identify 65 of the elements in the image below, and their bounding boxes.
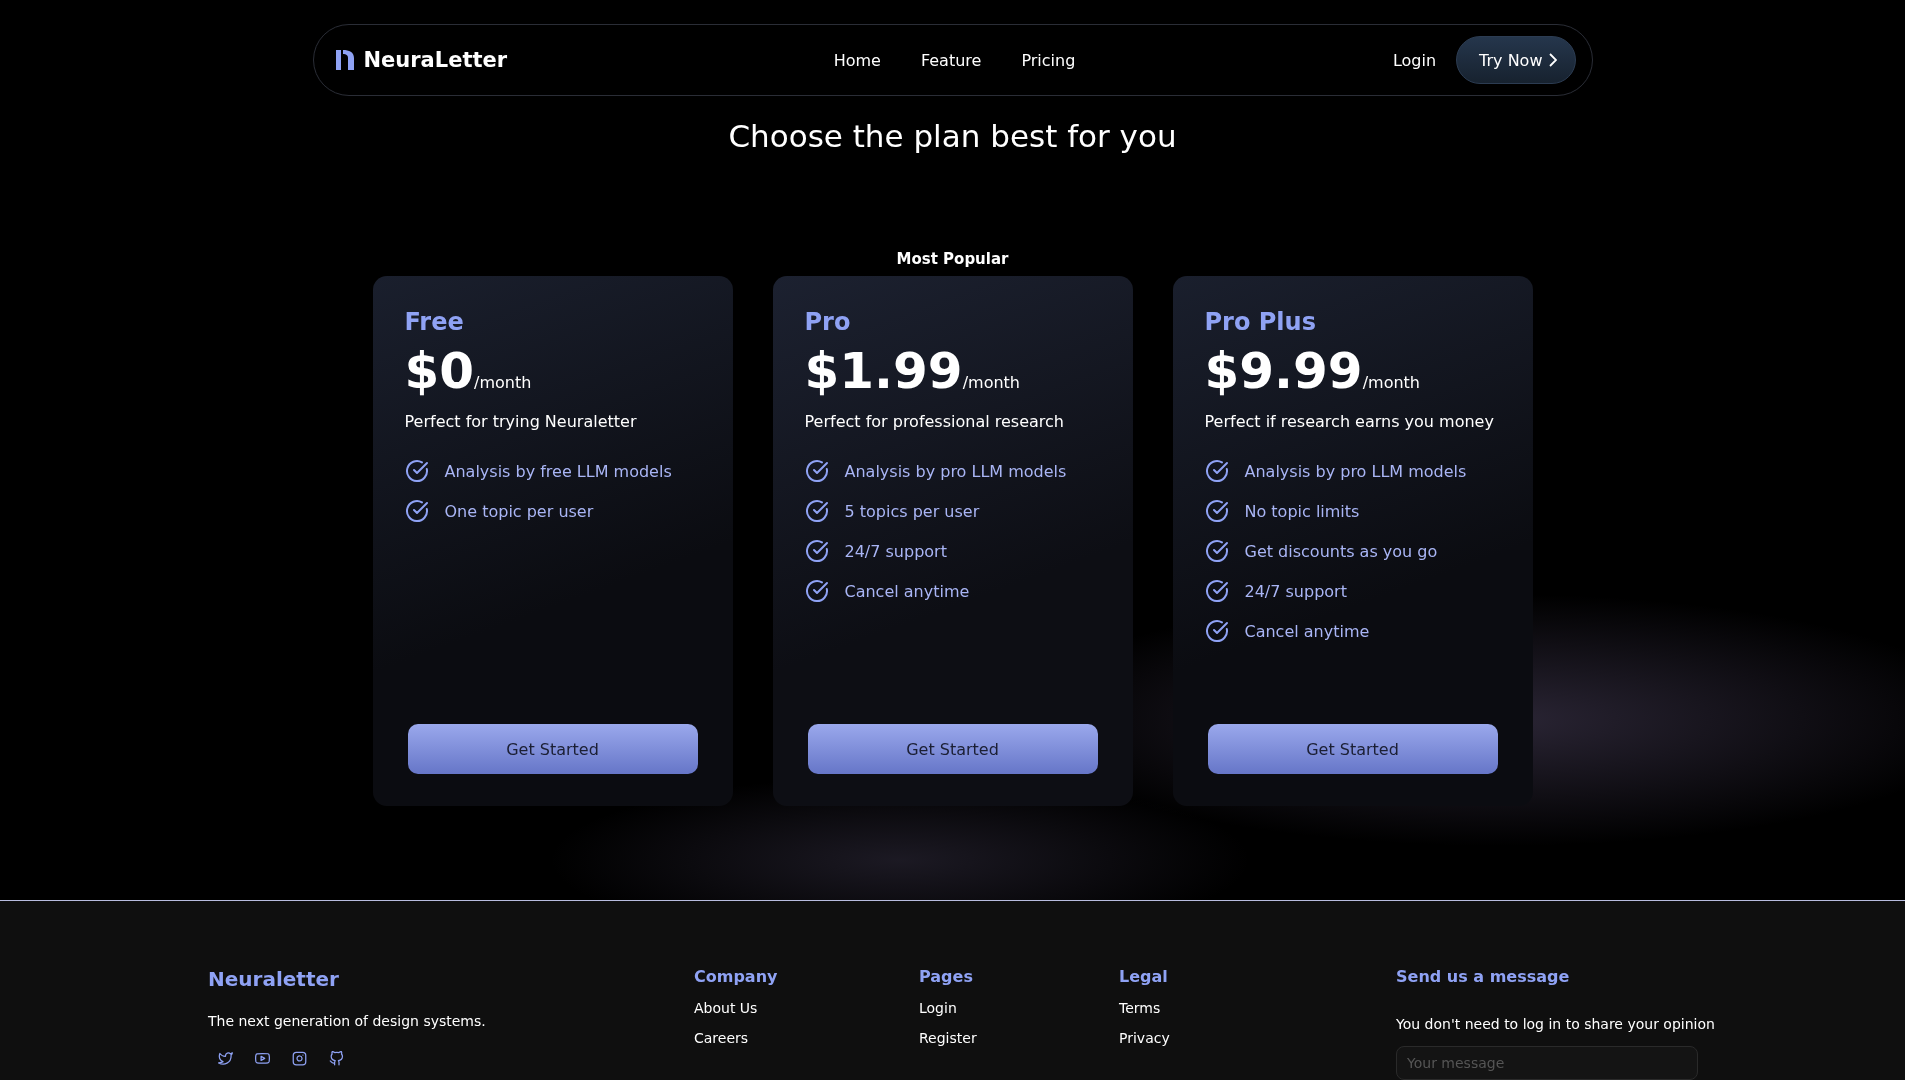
popular-label: Most Popular <box>896 250 1009 268</box>
youtube-icon[interactable] <box>255 1051 270 1066</box>
footer-column-title: Pages <box>919 967 974 986</box>
footer-link[interactable]: Login <box>919 1000 1119 1016</box>
message-note: You don't need to log in to share your opinion <box>1396 1016 1715 1032</box>
check-circle-icon <box>404 499 429 523</box>
get-started-button[interactable]: Get Started <box>407 724 698 774</box>
feature-text: No topic limits <box>1244 501 1360 521</box>
footer-link[interactable]: Careers <box>694 1030 919 1046</box>
plan-price: $1.99 <box>804 342 963 400</box>
footer-tagline: The next generation of design systems. <box>208 1013 487 1029</box>
check-circle-icon <box>804 459 829 483</box>
feature-text: Analysis by free LLM models <box>444 461 672 481</box>
brand-name: NeuraLetter <box>363 48 508 72</box>
check-circle-icon <box>1204 539 1229 563</box>
footer-column-title: Legal <box>1119 967 1169 986</box>
feature-text: 24/7 support <box>844 541 947 561</box>
price-period: /month <box>962 373 1020 392</box>
twitter-icon[interactable] <box>218 1051 233 1066</box>
plan-price: $0 <box>404 342 475 400</box>
logo-icon <box>333 47 356 73</box>
plan-description: Perfect for trying Neuraletter <box>404 412 638 431</box>
feature-text: Cancel anytime <box>844 581 970 601</box>
get-started-button[interactable]: Get Started <box>807 724 1098 774</box>
get-started-button[interactable]: Get Started <box>1207 724 1498 774</box>
chevron-right-icon <box>1548 53 1557 67</box>
feature-text: 5 topics per user <box>844 501 980 521</box>
plan-name: Pro Plus <box>1204 308 1317 336</box>
footer-brand: Neuraletter <box>208 967 340 991</box>
message-title: Send us a message <box>1396 967 1571 986</box>
feature-text: One topic per user <box>444 501 594 521</box>
feature-text: Analysis by pro LLM models <box>844 461 1067 481</box>
check-circle-icon <box>404 459 429 483</box>
plan-description: Perfect for professional research <box>804 412 1065 431</box>
login-link[interactable]: Login <box>1392 50 1437 70</box>
check-circle-icon <box>804 579 829 603</box>
footer-link[interactable]: About Us <box>694 1000 919 1016</box>
github-icon[interactable] <box>329 1051 344 1066</box>
feature-text: Analysis by pro LLM models <box>1244 461 1467 481</box>
price-period: /month <box>1362 373 1420 392</box>
nav-link[interactable]: Pricing <box>1021 50 1076 70</box>
footer-link[interactable]: Register <box>919 1030 1119 1046</box>
footer-link[interactable]: Privacy <box>1119 1030 1396 1046</box>
page-heading: Choose the plan best for you <box>728 118 1177 154</box>
check-circle-icon <box>1204 579 1229 603</box>
nav-link[interactable]: Feature <box>920 50 982 70</box>
plan-price: $9.99 <box>1204 342 1363 400</box>
check-circle-icon <box>804 539 829 563</box>
check-circle-icon <box>1204 459 1229 483</box>
feature-text: 24/7 support <box>1244 581 1347 601</box>
plan-name: Pro <box>804 308 852 336</box>
footer-column-title: Company <box>694 967 779 986</box>
price-period: /month <box>474 373 532 392</box>
try-now-button[interactable]: Try Now <box>1456 36 1576 84</box>
check-circle-icon <box>1204 499 1229 523</box>
nav-link[interactable]: Home <box>833 50 881 70</box>
instagram-icon[interactable] <box>292 1051 307 1066</box>
check-circle-icon <box>1204 619 1229 643</box>
footer-link[interactable]: Terms <box>1119 1000 1396 1016</box>
plan-description: Perfect if research earns you money <box>1204 412 1495 431</box>
feature-text: Cancel anytime <box>1244 621 1370 641</box>
check-circle-icon <box>804 499 829 523</box>
plan-name: Free <box>404 308 465 336</box>
feature-text: Get discounts as you go <box>1244 541 1438 561</box>
message-field[interactable]: Your message <box>1396 1046 1698 1080</box>
